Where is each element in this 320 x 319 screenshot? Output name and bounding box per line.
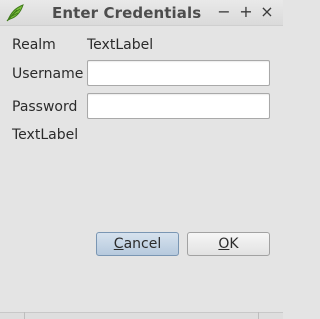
cancel-label-post: ancel — [123, 236, 162, 252]
message-label: TextLabel — [12, 127, 79, 143]
maximize-button[interactable]: + — [238, 3, 254, 21]
ok-label-post: K — [229, 236, 239, 252]
username-label: Username — [12, 66, 84, 82]
ok-mnemonic: O — [218, 236, 230, 252]
realm-value: TextLabel — [87, 37, 154, 53]
credentials-dialog: Enter Credentials − + × Realm TextLabel … — [0, 0, 283, 319]
realm-label: Realm — [12, 37, 56, 53]
window-title: Enter Credentials — [52, 4, 202, 22]
title-bar[interactable]: Enter Credentials − + × — [0, 0, 283, 26]
close-button[interactable]: × — [259, 3, 275, 21]
divider — [24, 312, 25, 319]
cancel-mnemonic: C — [113, 236, 124, 252]
cancel-button[interactable]: Cancel — [96, 232, 179, 256]
divider — [258, 312, 259, 319]
minimize-button[interactable]: − — [216, 3, 232, 21]
ok-button[interactable]: OK — [187, 232, 270, 256]
password-label: Password — [12, 99, 78, 115]
username-field[interactable] — [87, 60, 270, 86]
password-field[interactable] — [87, 93, 270, 119]
leaf-icon — [6, 4, 24, 22]
status-strip — [0, 312, 283, 319]
